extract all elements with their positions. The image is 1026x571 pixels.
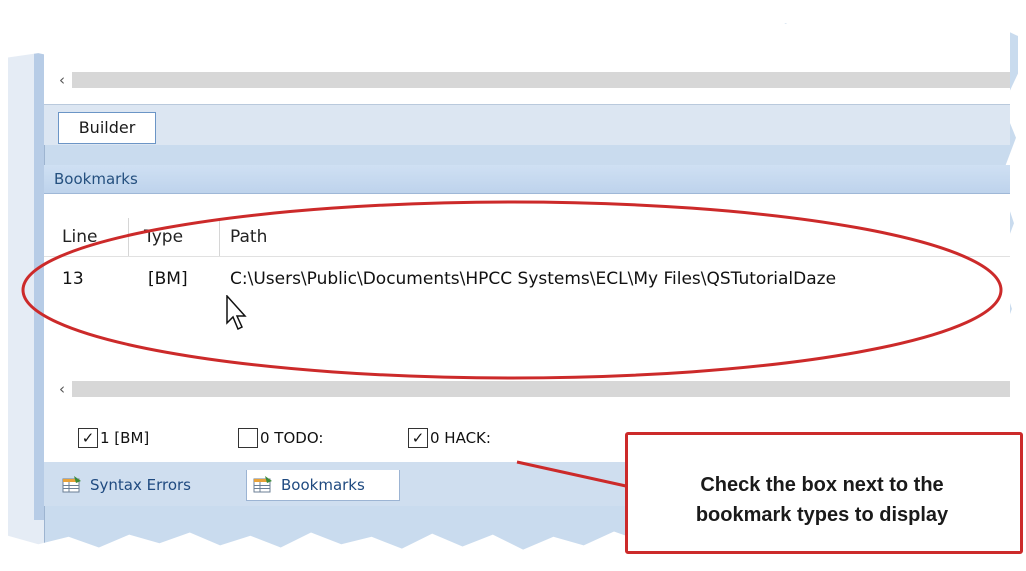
- bookmark-row-line[interactable]: 13: [62, 266, 84, 292]
- callout-line-2: bookmark types to display: [695, 504, 949, 526]
- bookmarks-panel-title: Bookmarks: [54, 170, 138, 188]
- column-header-path[interactable]: Path: [230, 218, 267, 256]
- bookmark-row-type[interactable]: [BM]: [148, 266, 188, 292]
- bookmarks-panel-header: [44, 165, 1010, 194]
- checkbox-bm[interactable]: ✓: [78, 428, 98, 448]
- filter-bm-label[interactable]: 1 [BM]: [100, 428, 149, 448]
- column-divider[interactable]: [219, 218, 220, 256]
- bookmark-row-path[interactable]: C:\Users\Public\Documents\HPCC Systems\E…: [230, 266, 1010, 292]
- filter-hack-label[interactable]: 0 HACK:: [430, 428, 491, 448]
- dock-accent: [34, 50, 44, 520]
- filter-todo-label[interactable]: 0 TODO:: [260, 428, 323, 448]
- scrollbar-track[interactable]: [72, 72, 1010, 88]
- builder-tab-strip: [44, 104, 1010, 145]
- callout-line-1: Check the box next to the: [700, 474, 944, 496]
- tab-bookmarks-label: Bookmarks: [281, 476, 365, 494]
- chevron-left-icon[interactable]: ‹: [54, 69, 70, 91]
- tab-bookmarks[interactable]: Bookmarks: [246, 470, 400, 501]
- chevron-left-icon[interactable]: ‹: [54, 378, 70, 400]
- left-dock-strip: [8, 23, 45, 550]
- bookmarks-column-header-row: [44, 218, 1010, 257]
- column-divider[interactable]: [128, 218, 129, 256]
- table-grid-icon: [62, 476, 81, 493]
- tab-syntax-errors-label: Syntax Errors: [90, 476, 192, 494]
- editor-horizontal-scrollbar[interactable]: ‹: [50, 69, 1010, 91]
- callout-text: Check the box next to the bookmark types…: [631, 470, 1013, 530]
- tab-syntax-errors[interactable]: Syntax Errors: [56, 470, 232, 500]
- bookmarks-horizontal-scrollbar[interactable]: ‹: [50, 378, 1010, 400]
- editor-area: [44, 24, 1010, 108]
- mouse-cursor-icon: [226, 295, 247, 331]
- checkbox-todo[interactable]: [238, 428, 258, 448]
- scrollbar-track[interactable]: [72, 381, 1010, 397]
- builder-tab[interactable]: Builder: [58, 112, 156, 144]
- table-grid-icon: [253, 476, 272, 493]
- checkbox-hack[interactable]: ✓: [408, 428, 428, 448]
- column-header-type[interactable]: Type: [144, 218, 183, 256]
- column-header-line[interactable]: Line: [62, 218, 97, 256]
